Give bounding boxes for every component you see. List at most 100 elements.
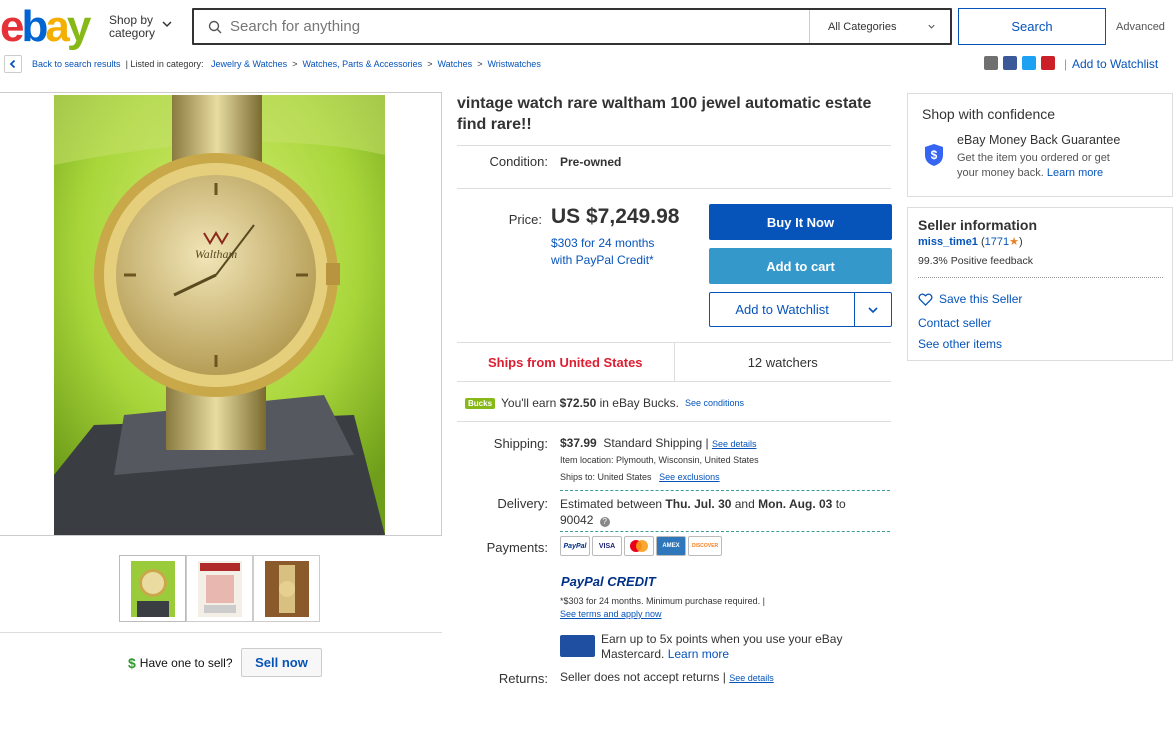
- ebay-bucks: Bucks You'll earn $72.50 in eBay Bucks. …: [465, 396, 744, 410]
- search-icon: [208, 20, 222, 33]
- breadcrumb-separator: >: [427, 59, 433, 69]
- svg-text:$: $: [931, 148, 938, 162]
- condition-value: Pre-owned: [560, 155, 622, 169]
- divider: [560, 490, 890, 491]
- twitter-icon[interactable]: [1022, 56, 1036, 70]
- seller-name-link[interactable]: miss_time1: [918, 236, 978, 248]
- shipping-label: Shipping:: [493, 436, 548, 451]
- breadcrumb-item[interactable]: Wristwatches: [487, 59, 540, 69]
- paypal-icon: PayPal: [560, 536, 590, 556]
- see-other-items-link[interactable]: See other items: [918, 337, 1002, 351]
- dollar-icon: $: [128, 655, 136, 671]
- divider: [457, 145, 891, 146]
- listing-title: vintage watch rare waltham 100 jewel aut…: [457, 95, 872, 133]
- thumbnail-image[interactable]: [186, 555, 253, 622]
- watchers-count: 12 watchers: [747, 354, 818, 370]
- category-select[interactable]: All Categories: [810, 10, 950, 43]
- shipping-details-link[interactable]: See details: [712, 439, 757, 449]
- ebay-logo[interactable]: ebay: [0, 5, 91, 49]
- guarantee-title: eBay Money Back Guarantee: [957, 133, 1121, 147]
- breadcrumb-item[interactable]: Watches: [437, 59, 472, 69]
- pinterest-icon[interactable]: [1041, 56, 1055, 70]
- mastercard-promo: Earn up to 5x points when you use your e…: [601, 632, 842, 662]
- shield-icon: $: [925, 144, 943, 166]
- divider: [918, 277, 1163, 278]
- condition-label: Condition:: [489, 154, 548, 169]
- search-button[interactable]: Search: [958, 8, 1106, 45]
- delivery-zip: 90042: [560, 513, 594, 527]
- bucks-text: You'll earn: [501, 396, 560, 410]
- shop-by-category-button[interactable]: Shop by category: [109, 14, 155, 40]
- watchlist-dropdown[interactable]: [855, 304, 891, 316]
- learn-more-link[interactable]: Learn more: [1047, 167, 1103, 179]
- payment-methods: PayPal VISA AMEX DISCOVER: [560, 536, 724, 556]
- guarantee-line: Get the item you ordered or get: [957, 152, 1110, 164]
- chevron-down-icon[interactable]: [161, 18, 173, 30]
- email-share-icon[interactable]: [984, 56, 998, 70]
- buy-it-now-button[interactable]: Buy It Now: [709, 204, 892, 240]
- seller-name-row: miss_time1 (1771★): [918, 236, 1023, 248]
- visa-icon: VISA: [592, 536, 622, 556]
- heart-icon: [918, 292, 933, 306]
- back-to-search-link[interactable]: Back to search results: [32, 59, 121, 69]
- add-to-watchlist-button[interactable]: Add to Watchlist: [709, 292, 892, 327]
- add-to-watchlist-link[interactable]: Add to Watchlist: [1072, 57, 1158, 71]
- contact-seller-link[interactable]: Contact seller: [918, 316, 991, 330]
- price: US $7,249.98: [551, 205, 680, 228]
- sell-now-button[interactable]: Sell now: [241, 648, 322, 677]
- chevron-down-icon: [868, 306, 878, 313]
- bucks-icon: Bucks: [465, 397, 496, 409]
- delivery-text: to: [832, 497, 846, 511]
- returns-value: Seller does not accept returns: [560, 670, 720, 684]
- discover-icon: DISCOVER: [688, 536, 722, 556]
- see-terms-link[interactable]: See terms and apply now: [560, 609, 662, 619]
- paypal-credit-offer[interactable]: $303 for 24 months with PayPal Credit*: [551, 235, 654, 269]
- divider: [0, 632, 442, 633]
- panel-title: Seller information: [918, 217, 1038, 233]
- breadcrumb-separator: >: [477, 59, 483, 69]
- save-seller-label: Save this Seller: [939, 292, 1023, 306]
- chevron-down-icon: [928, 24, 935, 29]
- ebay-mastercard-icon: [560, 635, 595, 657]
- see-conditions-link[interactable]: See conditions: [685, 398, 744, 408]
- category-label: category: [109, 26, 156, 40]
- thumbnail-strip: [119, 555, 320, 622]
- thumbnail-image[interactable]: [119, 555, 186, 622]
- bucks-text: in eBay Bucks.: [596, 396, 679, 410]
- category-value: All Categories: [828, 20, 897, 33]
- returns-label: Returns:: [498, 671, 548, 686]
- divider: [457, 421, 891, 422]
- feedback-count-link[interactable]: 1771: [985, 236, 1009, 248]
- search-input[interactable]: [230, 18, 790, 35]
- breadcrumb-separator: >: [292, 59, 298, 69]
- back-button[interactable]: [4, 55, 22, 73]
- delivery-estimate: Estimated between Thu. Jul. 30 and Mon. …: [560, 496, 860, 528]
- ships-to-text: Ships to: United States: [560, 472, 652, 482]
- delivery-text: and: [731, 497, 759, 511]
- see-exclusions-link[interactable]: See exclusions: [659, 472, 720, 482]
- learn-more-link[interactable]: Learn more: [668, 647, 729, 661]
- breadcrumb-item[interactable]: Jewelry & Watches: [211, 59, 287, 69]
- returns-details-link[interactable]: See details: [729, 673, 774, 683]
- main-product-image[interactable]: Waltham: [54, 95, 385, 535]
- have-one-to-sell: $ Have one to sell?: [128, 655, 233, 671]
- breadcrumb-item[interactable]: Watches, Parts & Accessories: [302, 59, 422, 69]
- paypal-credit-logo: PayPal CREDIT: [561, 574, 656, 589]
- delivery-label: Delivery:: [497, 496, 548, 511]
- bucks-amount: $72.50: [559, 396, 597, 410]
- divider: [560, 531, 890, 532]
- facebook-icon[interactable]: [1003, 56, 1017, 70]
- item-location: Item location: Plymouth, Wisconsin, Unit…: [560, 455, 759, 465]
- thumbnail-image[interactable]: [253, 555, 320, 622]
- amex-icon: AMEX: [656, 536, 686, 556]
- promo-text: Earn up to 5x points when you use your e…: [601, 632, 843, 646]
- save-seller-link[interactable]: Save this Seller: [918, 292, 1022, 306]
- breadcrumb: Back to search results | Listed in categ…: [32, 59, 541, 69]
- shipping-cost: $37.99: [560, 436, 597, 450]
- help-icon[interactable]: ?: [599, 517, 610, 527]
- add-to-cart-button[interactable]: Add to cart: [709, 248, 892, 284]
- payments-label: Payments:: [486, 540, 548, 555]
- advanced-search-link[interactable]: Advanced: [1116, 21, 1165, 33]
- share-icons: [984, 56, 1055, 70]
- shop-with-confidence-panel: Shop with confidence $ eBay Money Back G…: [907, 93, 1173, 197]
